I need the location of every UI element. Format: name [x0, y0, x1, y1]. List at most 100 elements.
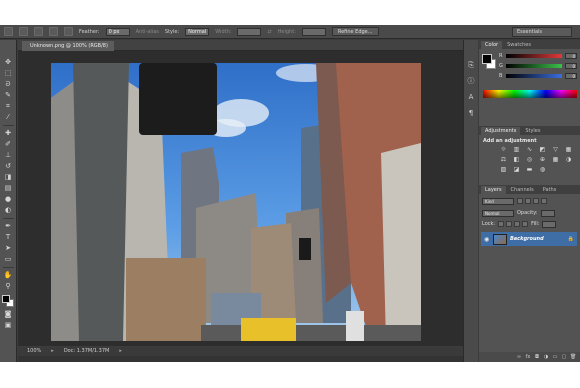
fill-input[interactable] [542, 220, 557, 228]
layer-name[interactable]: Background [510, 236, 565, 242]
lock-all-icon[interactable] [522, 221, 529, 227]
tab-swatches[interactable]: Swatches [503, 41, 535, 49]
posterize-icon[interactable]: ▨ [499, 166, 508, 174]
red-slider[interactable]: R 0 [499, 52, 577, 60]
link-layers-icon[interactable]: ∞ [516, 354, 522, 360]
color-lookup-icon[interactable]: ▦ [551, 156, 560, 164]
brightness-contrast-icon[interactable]: ☼ [499, 146, 508, 154]
clone-stamp-tool-icon[interactable]: ⊥ [3, 151, 14, 160]
refine-edge-button[interactable]: Refine Edge... [331, 27, 379, 36]
path-selection-tool-icon[interactable]: ➤ [3, 244, 14, 253]
green-slider-track[interactable] [506, 64, 562, 68]
exposure-icon[interactable]: ◩ [538, 146, 547, 154]
blue-value[interactable]: 0 [565, 73, 577, 79]
antialias-checkbox[interactable]: Anti-alias [136, 29, 159, 35]
green-value[interactable]: 0 [565, 63, 577, 69]
eyedropper-tool-icon[interactable]: ⁄ [3, 113, 14, 122]
subtract-selection-button[interactable] [49, 27, 58, 36]
workspace-switcher[interactable]: Essentials [512, 27, 572, 37]
invert-icon[interactable]: ◑ [564, 156, 573, 164]
panel-foreground-swatch[interactable] [482, 54, 492, 64]
blend-mode-select[interactable]: Normal [482, 209, 514, 217]
canvas-area[interactable] [18, 51, 463, 346]
lock-row: Lock: Fill: [482, 220, 557, 228]
gradient-tool-icon[interactable]: ▤ [3, 184, 14, 193]
color-swatches[interactable] [1, 295, 15, 308]
zoom-level[interactable]: 100% [27, 347, 41, 356]
layer-kind-select[interactable]: Kind [482, 197, 514, 205]
hand-tool-icon[interactable]: ✋ [3, 271, 14, 280]
black-white-icon[interactable]: ◧ [512, 156, 521, 164]
feather-input[interactable]: 0 px [105, 27, 130, 36]
status-menu-icon[interactable]: ▸ [51, 347, 54, 356]
status-info-arrow-icon[interactable]: ▸ [119, 347, 122, 356]
red-value[interactable]: 0 [565, 53, 577, 59]
pen-tool-icon[interactable]: ✒ [3, 222, 14, 231]
style-select[interactable]: Normal [185, 27, 210, 36]
type-filter-icon[interactable] [533, 198, 539, 204]
brush-tool-icon[interactable]: ✐ [3, 140, 14, 149]
type-tool-icon[interactable]: T [3, 233, 14, 242]
layer-row-background[interactable]: ◉ Background 🔒 [481, 232, 577, 246]
channel-mixer-icon[interactable]: ⊕ [538, 156, 547, 164]
intersect-selection-button[interactable] [64, 27, 73, 36]
quick-mask-icon[interactable]: ◙ [3, 310, 14, 319]
red-slider-track[interactable] [506, 54, 562, 58]
visibility-eye-icon[interactable]: ◉ [484, 236, 490, 243]
photo-filter-icon[interactable]: ◎ [525, 156, 534, 164]
lock-pixels-icon[interactable] [506, 221, 513, 227]
opacity-input[interactable] [540, 209, 555, 217]
healing-brush-tool-icon[interactable]: ✚ [3, 129, 14, 138]
shape-filter-icon[interactable] [541, 198, 547, 204]
threshold-icon[interactable]: ◪ [512, 166, 521, 174]
properties-panel-icon[interactable]: ⓘ [466, 76, 476, 86]
color-spectrum-ramp[interactable] [483, 90, 577, 98]
foreground-color-swatch[interactable] [1, 295, 10, 303]
move-tool-icon[interactable]: ✥ [3, 58, 14, 67]
history-panel-icon[interactable]: ⎘ [466, 60, 476, 70]
vibrance-icon[interactable]: ▽ [551, 146, 560, 154]
lasso-tool-icon[interactable]: ᘐ [3, 80, 14, 89]
layer-style-icon[interactable]: fx [525, 354, 531, 360]
levels-icon[interactable]: ▥ [512, 146, 521, 154]
new-group-icon[interactable]: ▭ [552, 354, 558, 360]
quick-select-tool-icon[interactable]: ✎ [3, 91, 14, 100]
zoom-tool-icon[interactable]: ⚲ [3, 282, 14, 291]
eraser-tool-icon[interactable]: ◨ [3, 173, 14, 182]
new-adjustment-icon[interactable]: ◑ [543, 354, 549, 360]
paragraph-panel-icon[interactable]: ¶ [466, 108, 476, 118]
selective-color-icon[interactable]: ◍ [538, 166, 547, 174]
adjustment-filter-icon[interactable] [525, 198, 531, 204]
lock-position-icon[interactable] [514, 221, 521, 227]
add-selection-button[interactable] [34, 27, 43, 36]
blue-slider-track[interactable] [506, 74, 562, 78]
curves-icon[interactable]: ∿ [525, 146, 534, 154]
blur-tool-icon[interactable]: ● [3, 195, 14, 204]
history-brush-tool-icon[interactable]: ↺ [3, 162, 14, 171]
hue-saturation-icon[interactable]: ▦ [564, 146, 573, 154]
shape-tool-icon[interactable]: ▭ [3, 255, 14, 264]
lock-transparent-icon[interactable] [498, 221, 505, 227]
crop-tool-icon[interactable]: ⌗ [3, 102, 14, 111]
color-balance-icon[interactable]: ⚖ [499, 156, 508, 164]
height-input[interactable] [301, 27, 326, 36]
add-mask-icon[interactable]: ◘ [534, 354, 540, 360]
green-slider[interactable]: G 0 [499, 62, 577, 70]
document-image[interactable] [51, 63, 421, 341]
swap-icon[interactable]: ⇄ [267, 29, 271, 35]
new-selection-button[interactable] [19, 27, 28, 36]
document-tab[interactable]: Unknown.png @ 100% (RGB/8) [22, 41, 114, 51]
width-input[interactable] [237, 27, 262, 36]
tab-color[interactable]: Color [481, 41, 503, 49]
horizontal-scrollbar[interactable] [18, 356, 463, 362]
tool-preset-button[interactable] [4, 27, 13, 36]
blue-slider[interactable]: B 0 [499, 72, 577, 80]
screen-mode-icon[interactable]: ▣ [3, 321, 14, 330]
dodge-tool-icon[interactable]: ◐ [3, 206, 14, 215]
marquee-tool-icon[interactable]: ⬚ [3, 69, 14, 78]
gradient-map-icon[interactable]: ▬ [525, 166, 534, 174]
character-panel-icon[interactable]: A [466, 92, 476, 102]
pixel-filter-icon[interactable] [517, 198, 523, 204]
new-layer-icon[interactable]: ▢ [561, 354, 567, 360]
delete-layer-icon[interactable]: 🗑 [570, 354, 576, 360]
